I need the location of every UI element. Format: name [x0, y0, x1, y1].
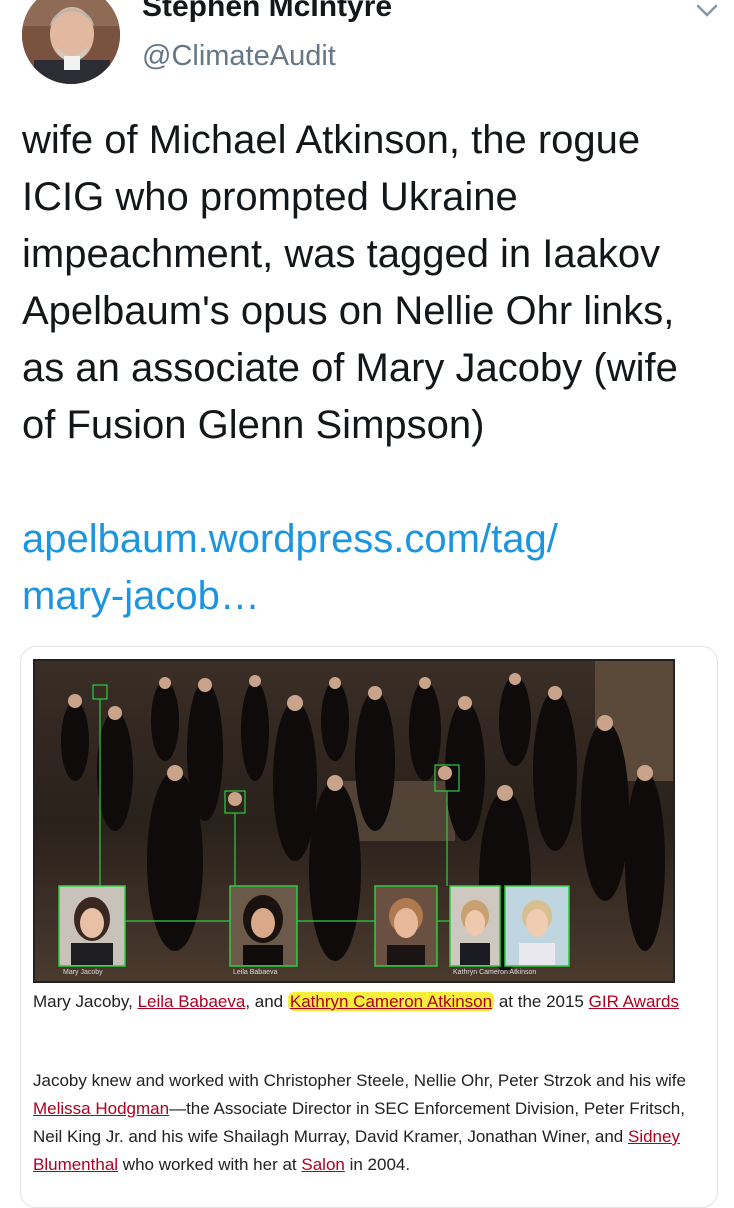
caption-sep: , and: [245, 992, 288, 1011]
face-inset-kathryn-2: [449, 885, 501, 967]
author-name[interactable]: Stephen McIntyre: [142, 0, 392, 24]
photo-label-leila: Leila Babaeva: [233, 969, 277, 976]
face-inset-leila: [229, 885, 298, 967]
photo-label-mary: Mary Jacoby: [63, 969, 103, 976]
caption-link-kathryn[interactable]: Kathryn Cameron Atkinson: [287, 992, 495, 1011]
body-text-4: in 2004.: [344, 1155, 411, 1174]
tweet-link-line2[interactable]: mary-jacob…: [22, 574, 260, 618]
tweet-link[interactable]: apelbaum.wordpress.com/tag/ mary-jacob…: [22, 511, 722, 625]
article-body: Jacoby knew and worked with Christopher …: [33, 1067, 703, 1179]
link-preview-card[interactable]: Mary Jacoby Leila Babaeva Kathryn Camero…: [20, 646, 718, 1208]
tweet-text: wife of Michael Atkinson, the rogue ICIG…: [22, 118, 678, 447]
face-inset-kathryn-1: [374, 885, 438, 967]
tweet-header: Stephen McIntyre @ClimateAudit: [0, 0, 734, 96]
chevron-down-icon[interactable]: [692, 0, 722, 22]
photo-caption: Mary Jacoby, Leila Babaeva, and Kathryn …: [33, 989, 703, 1015]
avatar[interactable]: [22, 0, 120, 84]
body-text-3: who worked with her at: [118, 1155, 302, 1174]
caption-name1: Mary Jacoby,: [33, 992, 138, 1011]
face-inset-kathryn-3: [504, 885, 570, 967]
author-handle[interactable]: @ClimateAudit: [142, 40, 336, 73]
photo-label-kathryn: Kathryn Cameron Atkinson: [453, 969, 536, 976]
face-inset-mary: [58, 885, 126, 967]
body-text-1: Jacoby knew and worked with Christopher …: [33, 1071, 686, 1090]
caption-mid: at the 2015: [494, 992, 589, 1011]
event-photo: Mary Jacoby Leila Babaeva Kathryn Camero…: [33, 659, 675, 983]
body-link-salon[interactable]: Salon: [301, 1155, 344, 1174]
caption-link-leila[interactable]: Leila Babaeva: [138, 992, 246, 1011]
body-link-hodgman[interactable]: Melissa Hodgman: [33, 1099, 169, 1118]
tweet-link-line1[interactable]: apelbaum.wordpress.com/tag/: [22, 517, 558, 561]
caption-link-gir[interactable]: GIR Awards: [589, 992, 679, 1011]
